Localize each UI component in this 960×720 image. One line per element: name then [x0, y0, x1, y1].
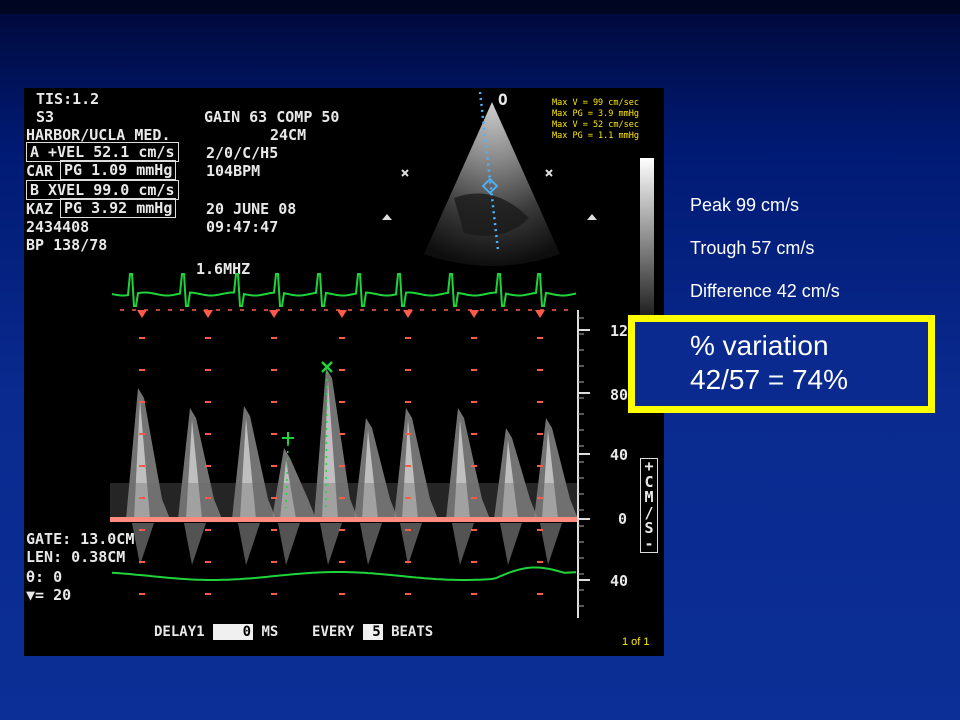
- spectral-fill: [110, 483, 578, 517]
- spectral-reverse: [500, 523, 522, 565]
- scale-ticks: [578, 317, 590, 607]
- length-label: LEN: 0.38CM: [26, 548, 126, 566]
- spectral-reverse: [278, 523, 300, 565]
- page-indicator: 1 of 1: [622, 636, 650, 648]
- sector-marker-right: [587, 214, 597, 220]
- gate-label: GATE: 13.0CM: [26, 530, 135, 548]
- variation-title: % variation: [690, 330, 829, 361]
- scale-label-80: 80: [610, 386, 629, 404]
- sector-tick-right: [545, 169, 553, 177]
- beat-marker: [469, 310, 479, 318]
- sector-marker-left: [382, 214, 392, 220]
- ecg-trace: [111, 273, 577, 307]
- top-bar: [0, 0, 960, 14]
- scale-label-40-positive: 40: [610, 446, 629, 464]
- angle-label: θ: 0: [26, 568, 63, 586]
- spectral-reverse: [320, 523, 342, 565]
- peak-text: Peak 99 cm/s: [690, 195, 800, 215]
- beat-marker: [269, 310, 279, 318]
- beats-value: 5: [362, 624, 383, 640]
- every-label: EVERY: [312, 624, 355, 640]
- difference-text: Difference 42 cm/s: [690, 281, 840, 301]
- ms-label: MS: [261, 624, 279, 640]
- variation-highlight-box: % variation 42/57 = 74%: [628, 315, 935, 413]
- sector-tick-left: [401, 169, 409, 177]
- ultrasound-image: TIS:1.2 S3 GAIN 63 COMP 50 HARBOR/UCLA M…: [24, 88, 664, 656]
- variation-formula: 42/57 = 74%: [690, 364, 849, 395]
- spectral-reverse: [184, 523, 206, 565]
- delay-value: 0: [213, 624, 254, 640]
- beats-label: BEATS: [391, 624, 434, 640]
- beat-marker: [403, 310, 413, 318]
- doppler-graphics: [110, 91, 654, 618]
- delay-bar: DELAY1 0 MS EVERY 5 BEATS: [154, 624, 433, 640]
- respiratory-trace: [111, 566, 577, 581]
- filter-label: ▼= 20: [26, 586, 72, 604]
- beat-marker: [535, 310, 545, 318]
- trough-text: Trough 57 cm/s: [690, 238, 815, 258]
- beat-marker: [337, 310, 347, 318]
- measure-cross-a: [282, 432, 294, 444]
- spectral-reverse: [360, 523, 382, 565]
- spectral-reverse: [540, 523, 562, 565]
- grayscale-bar: [640, 158, 654, 338]
- velocity-unit: + C M / S -: [640, 458, 658, 553]
- spectral-reverse: [238, 523, 260, 565]
- beat-marker: [203, 310, 213, 318]
- delay-label: DELAY1: [154, 624, 205, 640]
- scale-label-0: 0: [618, 510, 628, 528]
- spectral-reverse: [452, 523, 474, 565]
- beat-marker: [137, 310, 147, 318]
- bmode-sector: [424, 102, 560, 266]
- baseline: [110, 517, 578, 522]
- scale-label-40-negative: 40: [610, 572, 629, 590]
